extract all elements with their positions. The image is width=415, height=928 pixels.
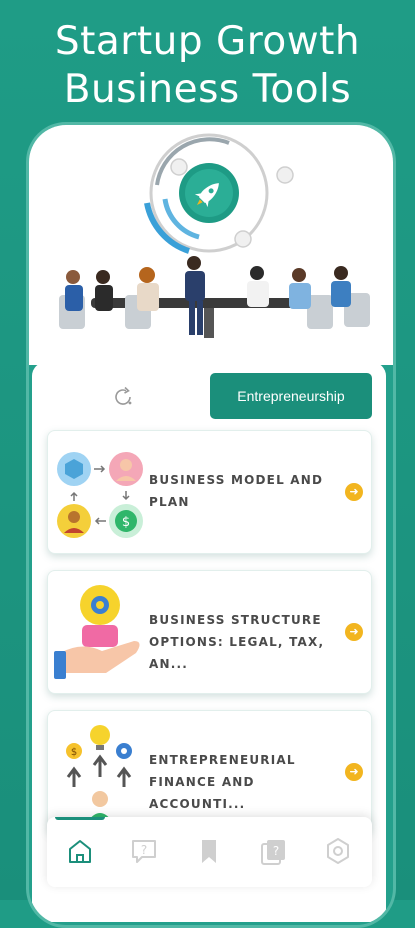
svg-text:?: ? [273,844,279,858]
topic-card[interactable]: BUSINESS STRUCTURE OPTIONS: LEGAL, TAX, … [47,570,372,694]
refresh-icon[interactable] [110,384,136,410]
nav-active-indicator [55,817,105,820]
svg-text:?: ? [141,843,147,857]
finance-growth-icon: $ [52,721,148,823]
hand-gear-icon [52,581,148,683]
arrow-right-icon[interactable]: ➜ [345,483,363,501]
business-model-flow-icon: $ [52,441,148,543]
topic-card-title: BUSINESS MODEL AND PLAN [149,473,324,509]
headline-line-1: Startup Growth [54,19,361,64]
nav-quiz[interactable]: ? [244,817,302,887]
nav-bookmarks[interactable] [180,817,238,887]
headline-line-2: Business Tools [63,67,352,112]
settings-icon [327,838,349,864]
arrow-right-icon[interactable]: ➜ [345,763,363,781]
question-chat-icon: ? [132,840,156,863]
nav-home[interactable] [51,817,109,887]
svg-text:$: $ [122,515,130,530]
phone-frame: Entrepreneurship $ BUSINESS MODEL AND PL… [26,122,396,928]
nav-questions[interactable]: ? [115,817,173,887]
svg-text:$: $ [71,747,77,758]
topic-card[interactable]: $ ENTREPRENEURIAL FINANCE AND ACCOUNTI..… [47,710,372,834]
content-panel: Entrepreneurship $ BUSINESS MODEL AND PL… [32,362,386,922]
rocket-logo [144,133,294,254]
quiz-cards-icon: ? [261,840,285,865]
business-meeting-illustration [59,256,370,338]
promo-headline: Startup Growth Business Tools [0,18,415,114]
topic-card-title: BUSINESS STRUCTURE OPTIONS: LEGAL, TAX, … [149,613,325,671]
bottom-navigation: ? ? [47,817,372,887]
nav-settings[interactable] [309,817,367,887]
topic-card[interactable]: $ BUSINESS MODEL AND PLAN ➜ [47,430,372,554]
topic-card-title: ENTREPRENEURIAL FINANCE AND ACCOUNTI... [149,753,296,811]
tab-entrepreneurship[interactable]: Entrepreneurship [210,373,372,419]
bookmark-icon [202,840,216,863]
arrow-right-icon[interactable]: ➜ [345,623,363,641]
category-bar: Entrepreneurship [32,372,386,422]
home-icon [69,840,91,863]
hero-illustration [29,125,393,365]
